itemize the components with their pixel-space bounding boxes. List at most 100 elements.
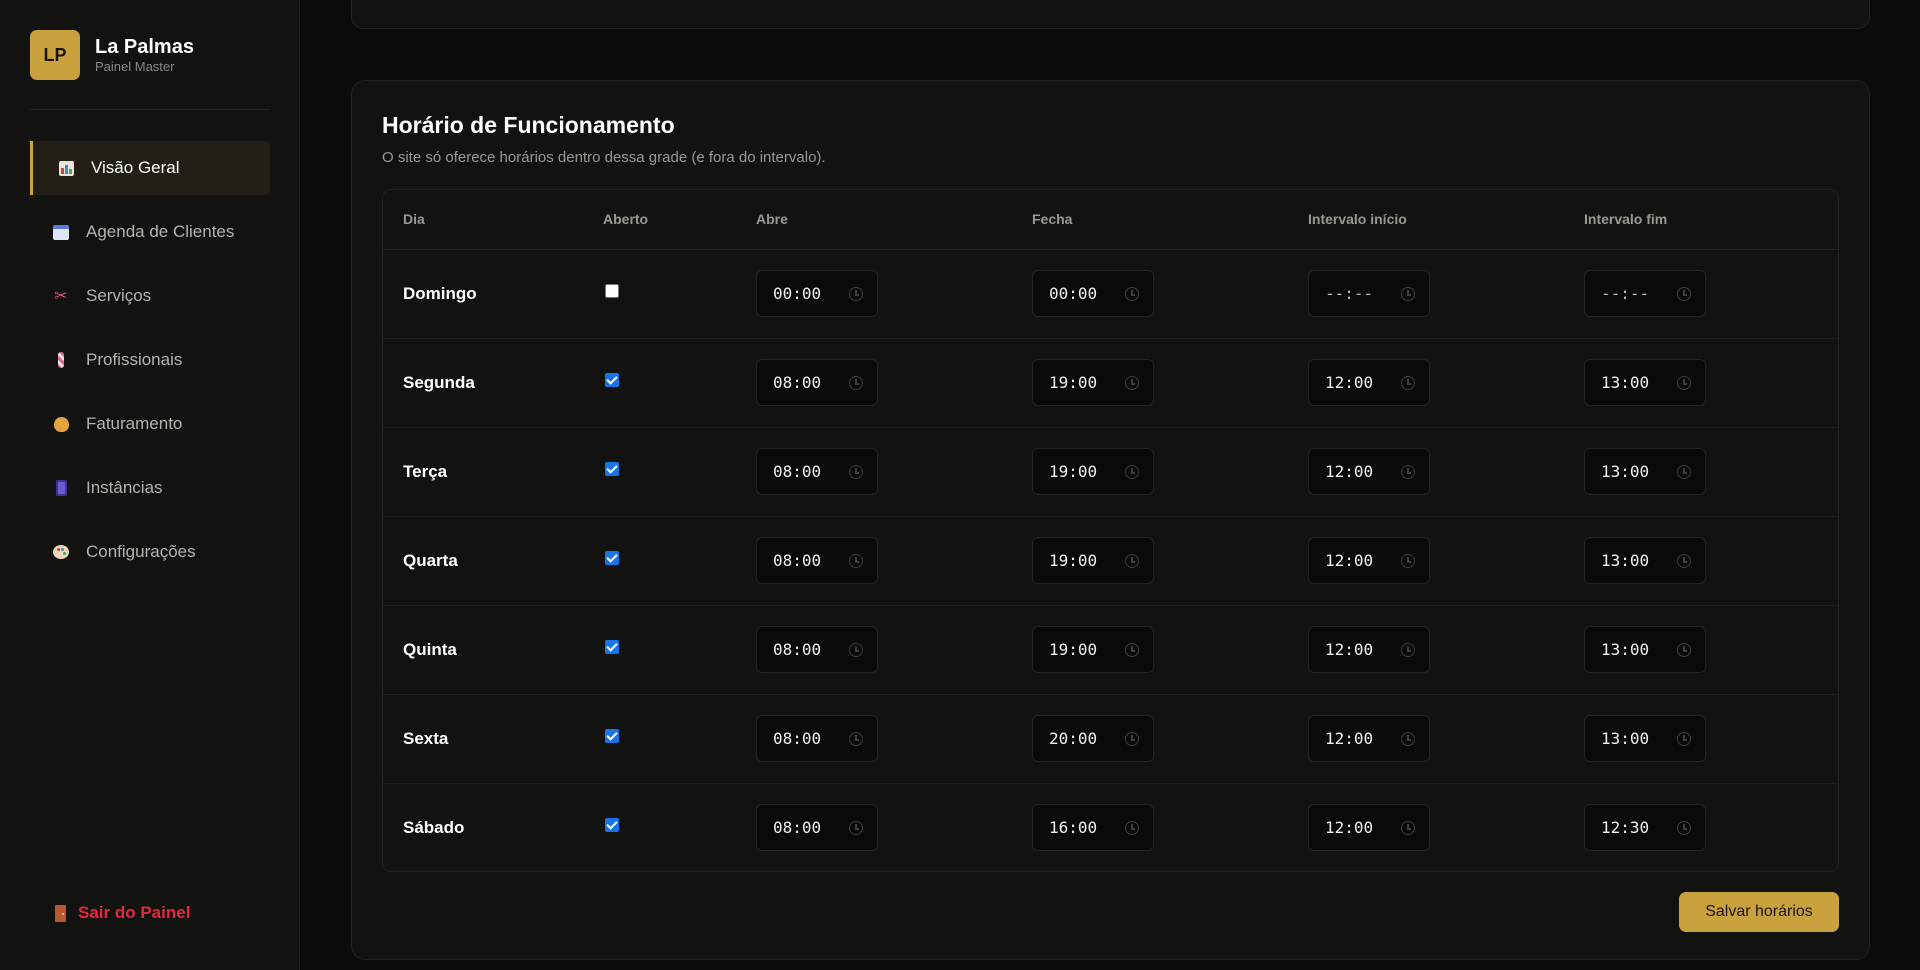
sidebar-item-instancias[interactable]: Instâncias <box>30 461 270 515</box>
opens-time-input[interactable]: 00:00 <box>756 270 878 317</box>
sidebar-item-servicos[interactable]: ✂ Serviços <box>30 269 270 323</box>
break-start-time-input[interactable]: 12:00 <box>1308 715 1430 762</box>
sidebar-item-profissionais[interactable]: Profissionais <box>30 333 270 387</box>
open-checkbox[interactable] <box>605 729 619 743</box>
opens-time-input[interactable]: 08:00 <box>756 537 878 584</box>
table-row: Terça 08:00 19:00 12:00 13:00 <box>383 427 1838 517</box>
opens-time-input[interactable]: 08:00 <box>756 448 878 495</box>
day-label: Quinta <box>403 639 457 659</box>
clock-icon <box>1401 821 1415 836</box>
opens-time-value: 08:00 <box>773 640 822 659</box>
break-end-time-input[interactable]: 13:00 <box>1584 359 1706 406</box>
closes-time-input[interactable]: 19:00 <box>1032 626 1154 673</box>
sidebar-item-agenda[interactable]: Agenda de Clientes <box>30 205 270 259</box>
opens-time-input[interactable]: 08:00 <box>756 715 878 762</box>
logout-label: Sair do Painel <box>78 903 191 922</box>
clock-icon <box>1401 732 1415 746</box>
palette-icon <box>52 543 70 561</box>
closes-time-value: 00:00 <box>1049 284 1098 303</box>
clock-icon <box>1401 465 1415 479</box>
break-start-time-input[interactable]: 12:00 <box>1308 359 1430 406</box>
open-cell <box>583 783 736 871</box>
break-end-time-cell: 13:00 <box>1564 694 1838 784</box>
open-checkbox[interactable] <box>605 373 619 387</box>
open-cell <box>583 427 736 517</box>
opens-time-cell: 08:00 <box>736 605 1012 695</box>
break-start-time-input[interactable]: 12:00 <box>1308 626 1430 673</box>
closes-time-input[interactable]: 20:00 <box>1032 715 1154 762</box>
closes-time-input[interactable]: 19:00 <box>1032 359 1154 406</box>
break-start-time-value: 12:00 <box>1325 462 1374 481</box>
break-start-time-input[interactable]: 12:00 <box>1308 537 1430 584</box>
schedule-card: Horário de Funcionamento O site só ofere… <box>351 80 1870 960</box>
break-end-time-value: --:-- <box>1601 284 1650 303</box>
day-label: Terça <box>403 461 448 481</box>
column-header: Fecha <box>1012 190 1288 250</box>
open-checkbox[interactable] <box>605 640 619 654</box>
break-start-time-cell: --:-- <box>1288 249 1564 339</box>
clock-icon <box>1401 287 1415 301</box>
opens-time-input[interactable]: 08:00 <box>756 359 878 406</box>
break-start-time-value: 12:00 <box>1325 373 1374 392</box>
clock-icon <box>1677 287 1691 301</box>
open-cell <box>583 605 736 695</box>
closes-time-value: 16:00 <box>1049 818 1098 838</box>
break-start-time-input[interactable]: 12:00 <box>1308 448 1430 495</box>
opens-time-cell: 08:00 <box>736 694 1012 784</box>
opens-time-value: 08:00 <box>773 818 822 838</box>
schedule-table: Dia Aberto Abre Fecha Intervalo início I… <box>382 189 1839 872</box>
break-end-time-value: 12:30 <box>1601 818 1650 838</box>
sidebar-item-label: Configurações <box>86 542 196 561</box>
break-start-time-input[interactable]: 12:00 <box>1308 804 1430 852</box>
sidebar-item-label: Visão Geral <box>91 158 180 177</box>
closes-time-input[interactable]: 19:00 <box>1032 448 1154 495</box>
day-cell: Sábado <box>383 783 583 871</box>
break-end-time-input[interactable]: --:-- <box>1584 270 1706 317</box>
sidebar-item-label: Instâncias <box>86 478 163 497</box>
open-cell <box>583 516 736 606</box>
break-start-time-input[interactable]: --:-- <box>1308 270 1430 317</box>
closes-time-cell: 19:00 <box>1012 605 1288 695</box>
break-end-time-input[interactable]: 13:00 <box>1584 715 1706 762</box>
closes-time-input[interactable]: 19:00 <box>1032 537 1154 584</box>
save-hours-button[interactable]: Salvar horários <box>1679 892 1839 932</box>
break-end-time-input[interactable]: 12:30 <box>1584 804 1706 852</box>
clock-icon <box>849 732 863 746</box>
open-checkbox[interactable] <box>605 551 619 565</box>
closes-time-cell: 19:00 <box>1012 427 1288 517</box>
logout-button[interactable]: Sair do Painel <box>55 903 190 923</box>
sidebar-item-faturamento[interactable]: Faturamento <box>30 397 270 451</box>
open-checkbox[interactable] <box>605 462 619 476</box>
brand-name: La Palmas <box>95 36 194 58</box>
clock-icon <box>849 287 863 301</box>
open-checkbox[interactable] <box>605 818 619 833</box>
day-label: Segunda <box>403 372 475 392</box>
break-end-time-input[interactable]: 13:00 <box>1584 626 1706 673</box>
clock-icon <box>1125 821 1139 836</box>
break-end-time-input[interactable]: 13:00 <box>1584 448 1706 495</box>
opens-time-value: 00:00 <box>773 284 822 303</box>
opens-time-input[interactable]: 08:00 <box>756 626 878 673</box>
clock-icon <box>1125 465 1139 479</box>
break-start-time-value: 12:00 <box>1325 818 1374 838</box>
break-end-time-cell: 13:00 <box>1564 427 1838 517</box>
column-header: Intervalo início <box>1288 190 1564 250</box>
break-start-time-cell: 12:00 <box>1288 338 1564 428</box>
closes-time-input[interactable]: 00:00 <box>1032 270 1154 317</box>
closes-time-value: 19:00 <box>1049 551 1098 570</box>
column-header: Intervalo fim <box>1564 190 1838 250</box>
clock-icon <box>1125 287 1139 301</box>
clock-icon <box>1677 376 1691 390</box>
calendar-icon <box>52 223 70 241</box>
opens-time-input[interactable]: 08:00 <box>756 804 878 852</box>
sidebar-item-configuracoes[interactable]: Configurações <box>30 525 270 579</box>
opens-time-cell: 08:00 <box>736 516 1012 606</box>
closes-time-value: 19:00 <box>1049 373 1098 392</box>
break-end-time-input[interactable]: 13:00 <box>1584 537 1706 584</box>
day-cell: Quarta <box>383 516 583 606</box>
open-checkbox[interactable] <box>605 284 619 298</box>
brand-logo: LP <box>30 30 80 80</box>
sidebar-item-visao-geral[interactable]: Visão Geral <box>30 141 270 195</box>
closes-time-input[interactable]: 16:00 <box>1032 804 1154 852</box>
barber-pole-icon <box>52 351 70 369</box>
